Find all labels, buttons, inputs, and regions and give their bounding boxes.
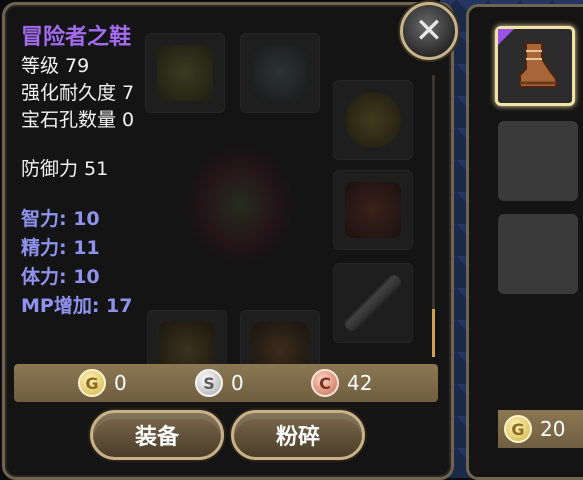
gold-coin-icon: G: [78, 369, 106, 397]
tooltip-scrollbar[interactable]: [432, 75, 435, 357]
bonus-stat-spirit: 精力: 11: [21, 237, 100, 259]
item-defense: 防御力 51: [21, 158, 109, 180]
bonus-stat-intelligence: 智力: 10: [21, 208, 100, 230]
inventory-slot-empty[interactable]: [498, 121, 578, 201]
scrollbar-thumb[interactable]: [432, 309, 435, 357]
close-button[interactable]: ✕: [400, 2, 458, 60]
gold-price-value: 0: [114, 371, 127, 395]
close-icon: ✕: [414, 11, 444, 51]
equip-button[interactable]: 装备: [90, 410, 224, 460]
gold-price: G 0: [78, 369, 127, 397]
silver-coin-icon: S: [195, 369, 223, 397]
rarity-marker: [498, 29, 514, 45]
copper-price-value: 42: [347, 371, 373, 395]
copper-coin-icon: C: [311, 369, 339, 397]
item-gem-slots: 宝石孔数量 0: [21, 109, 135, 131]
item-info: 冒险者之鞋 等级 79 强化耐久度 7 宝石孔数量 0 防御力 51 智力: 1…: [21, 23, 441, 321]
item-durability: 强化耐久度 7: [21, 82, 135, 104]
player-gold: G 20: [498, 410, 583, 448]
gold-coin-icon: G: [504, 415, 532, 443]
inventory-slot-empty[interactable]: [498, 214, 578, 294]
bonus-stat-mp: MP增加: 17: [21, 295, 133, 317]
bonus-stat-vitality: 体力: 10: [21, 266, 100, 288]
item-tooltip-panel: 冒险者之鞋 等级 79 强化耐久度 7 宝石孔数量 0 防御力 51 智力: 1…: [2, 2, 454, 480]
copper-price: C 42: [311, 369, 372, 397]
player-gold-value: 20: [540, 417, 566, 441]
item-level: 等级 79: [21, 55, 90, 77]
smash-button[interactable]: 粉碎: [231, 410, 365, 460]
item-name: 冒险者之鞋: [21, 25, 132, 50]
silver-price: S 0: [195, 369, 244, 397]
sell-price-bar: G 0 S 0 C 42: [14, 364, 438, 402]
inventory-slot-selected[interactable]: [495, 26, 575, 106]
silver-price-value: 0: [231, 371, 244, 395]
